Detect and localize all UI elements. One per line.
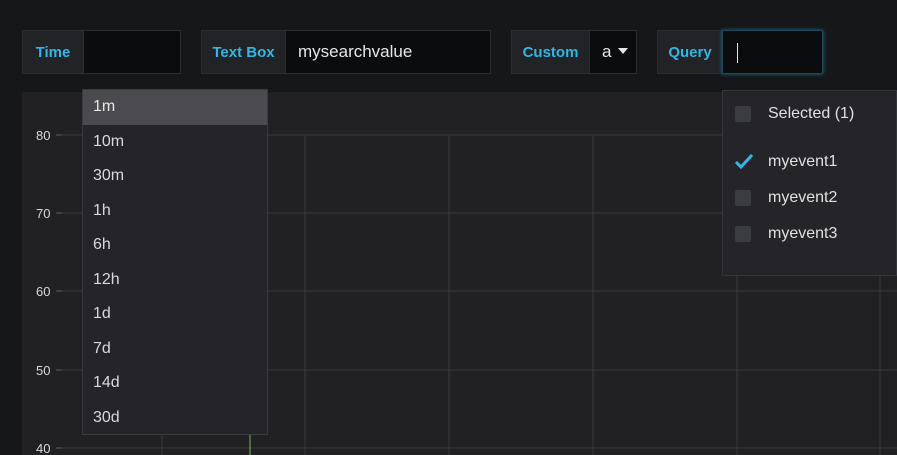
chevron-down-icon (618, 47, 629, 54)
y-tick-label: 40 (36, 441, 50, 455)
query-variable-input[interactable] (722, 30, 823, 74)
textbox-variable-label: Text Box (201, 30, 286, 74)
time-option[interactable]: 30m (83, 159, 267, 194)
time-option[interactable]: 6h (83, 228, 267, 263)
y-axis: 80 70 60 50 40 (36, 128, 62, 455)
time-option[interactable]: 1m (83, 90, 267, 125)
time-options-dropdown: 1m 10m 30m 1h 6h 12h 1d 7d 14d 30d (82, 89, 268, 435)
time-option[interactable]: 12h (83, 263, 267, 298)
time-variable-label: Time (22, 30, 84, 74)
y-tick-label: 50 (36, 363, 50, 378)
time-option[interactable]: 1h (83, 194, 267, 229)
query-option[interactable]: myevent3 (735, 221, 837, 247)
checkbox-icon (735, 106, 751, 122)
time-option[interactable]: 14d (83, 366, 267, 401)
check-icon (734, 153, 754, 170)
query-variable-label: Query (657, 30, 723, 74)
query-option[interactable]: myevent1 (734, 149, 838, 175)
query-option-label: myevent3 (768, 225, 838, 242)
time-option[interactable]: 1d (83, 297, 267, 332)
y-tick-label: 60 (36, 284, 50, 299)
time-option[interactable]: 7d (83, 332, 267, 367)
y-tick-label: 80 (36, 128, 50, 143)
time-option[interactable]: 10m (83, 125, 267, 160)
custom-variable-label: Custom (511, 30, 590, 74)
variable-bar: Time Text Box mysearchvalue Custom a Que… (0, 30, 897, 74)
time-variable-select[interactable] (83, 30, 181, 74)
text-cursor (737, 42, 738, 63)
time-option[interactable]: 30d (83, 401, 267, 436)
query-option-label: myevent1 (768, 153, 838, 170)
query-option[interactable]: myevent2 (735, 185, 837, 211)
select-all-toggle[interactable]: Selected (1) (735, 101, 854, 127)
selected-count-label: Selected (1) (768, 105, 855, 122)
checkbox-icon (735, 190, 751, 206)
custom-variable-value: a (602, 42, 612, 61)
custom-variable-select[interactable]: a (589, 30, 637, 74)
y-tick-label: 70 (36, 206, 50, 221)
textbox-variable-input[interactable]: mysearchvalue (285, 30, 491, 74)
query-option-label: myevent2 (768, 189, 838, 206)
checkbox-icon (735, 226, 751, 242)
query-options-dropdown: Selected (1) myevent1 myevent2 myevent3 (722, 90, 897, 276)
